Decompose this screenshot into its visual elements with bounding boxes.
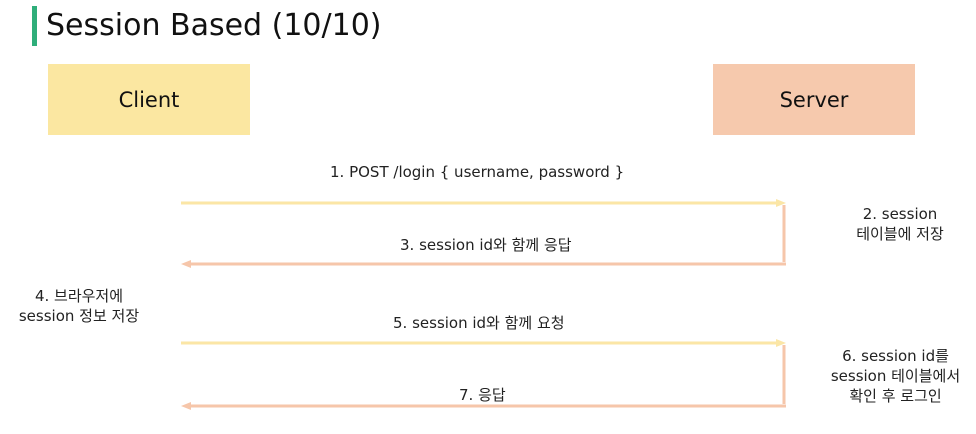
note-server-store: 2. session 테이블에 저장 [835, 204, 965, 244]
note-6-line-2: session 테이블에서 [830, 367, 961, 385]
note-4-line-1: 4. 브라우저에 [34, 287, 124, 305]
message-7-label: 7. 응답 [459, 386, 506, 404]
arrow-session-request [181, 339, 786, 347]
message-1-label: 1. POST /login { username, password } [330, 163, 625, 181]
note-6-line-1: 6. session id를 [842, 347, 949, 365]
note-2-line-2: 테이블에 저장 [856, 225, 944, 243]
arrow-login-request [181, 199, 786, 207]
note-4-line-2: session 정보 저장 [18, 307, 140, 325]
note-6-line-3: 확인 후 로그인 [849, 387, 942, 405]
message-5-label: 5. session id와 함께 요청 [393, 314, 565, 332]
message-3-label: 3. session id와 함께 응답 [400, 236, 572, 254]
note-2-line-1: 2. session [862, 205, 938, 223]
note-browser-store: 4. 브라우저에 session 정보 저장 [4, 286, 154, 326]
note-server-verify: 6. session id를 session 테이블에서 확인 후 로그인 [818, 346, 973, 406]
arrow-session-response [181, 260, 786, 268]
